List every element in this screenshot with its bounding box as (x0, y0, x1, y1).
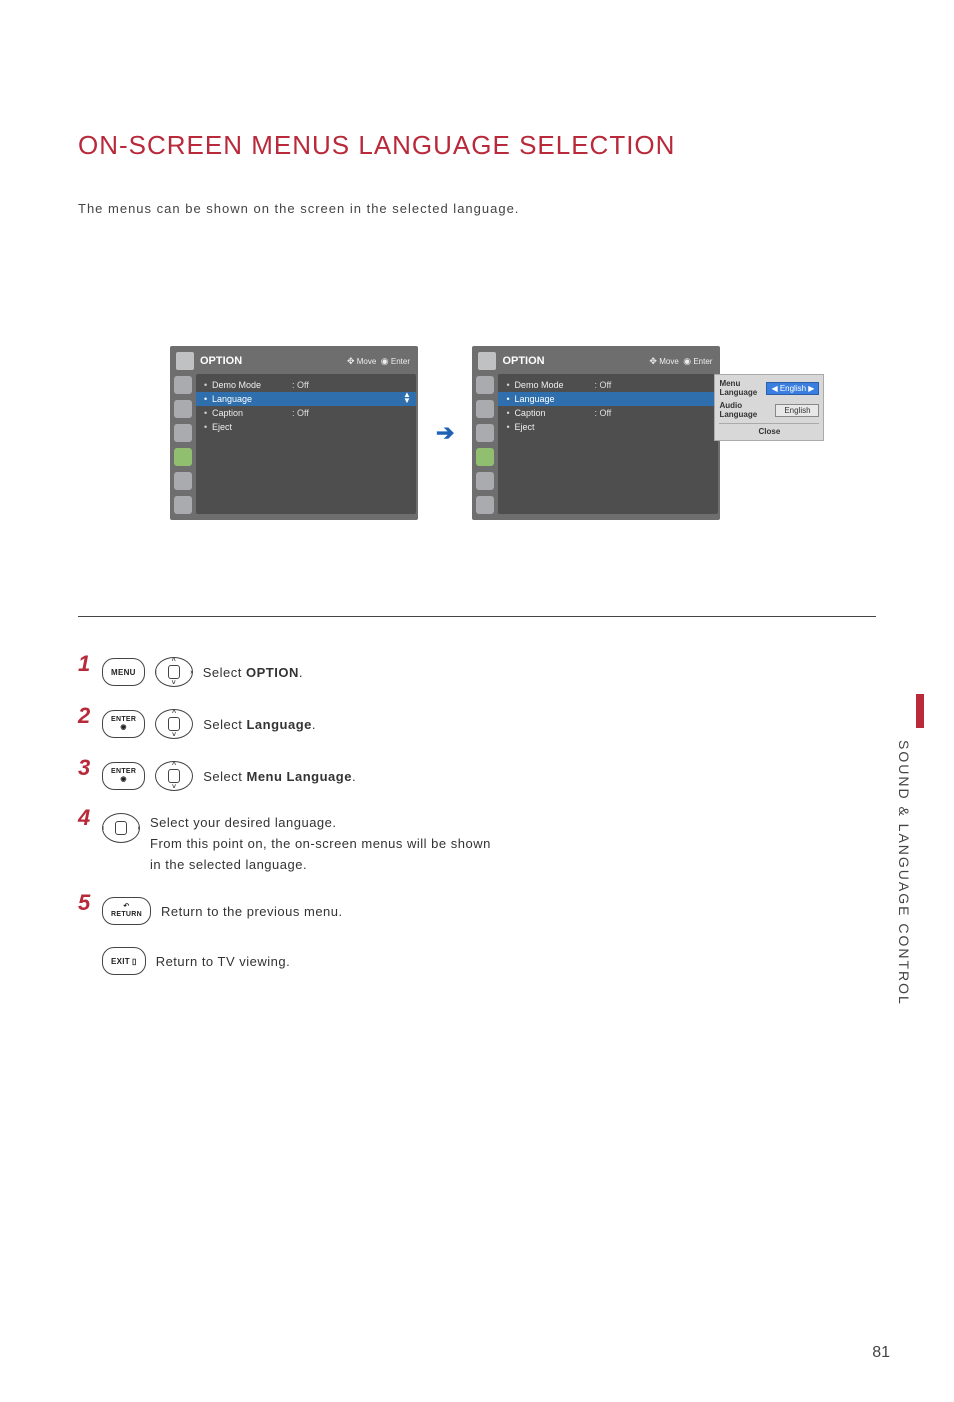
menu-tab-icon (476, 496, 494, 514)
scroll-indicator-icon: ▲▼ (402, 392, 412, 404)
list-item-selected: •Language (196, 392, 416, 406)
osd-illustration: OPTION ✥ Move ◉ Enter •Demo Mode: Off •L… (170, 346, 954, 520)
step-text: Return to TV viewing. (156, 954, 291, 969)
dpad-button: ˄ ˅ ‹ › (155, 657, 193, 687)
menu-tab-icon (174, 424, 192, 442)
menu-language-label: Menu Language (719, 379, 762, 397)
enter-icon: ◉ (381, 356, 389, 366)
osd-hint: ✥ Move ◉ Enter (649, 356, 712, 367)
chevron-right-icon: › (190, 669, 193, 676)
enter-button: ENTER◉ (102, 762, 145, 790)
step-number: 3 (78, 755, 92, 781)
menu-tab-icon (174, 400, 192, 418)
osd-title: OPTION (502, 355, 649, 367)
chevron-down-icon: ˅ (172, 680, 176, 687)
enter-dot-icon: ◉ (120, 776, 126, 784)
chevron-up-icon: ˄ (172, 657, 176, 664)
menu-tab-icon (476, 400, 494, 418)
step-number: 5 (78, 890, 92, 916)
osd-hint: ✥ Move ◉ Enter (347, 356, 410, 367)
dpad-horizontal-button: ‹ › (102, 813, 140, 843)
step-text: Select Menu Language. (203, 769, 356, 784)
menu-tab-icon (476, 376, 494, 394)
audio-language-value[interactable]: English (775, 404, 819, 417)
menu-tab-icon (476, 448, 494, 466)
chevron-up-icon: ˄ (172, 709, 176, 716)
menu-tab-icon (476, 424, 494, 442)
step-number: 2 (78, 703, 92, 729)
list-item: •Eject (196, 420, 416, 434)
chevron-up-icon: ˄ (172, 761, 176, 768)
list-item: •Caption: Off (498, 406, 718, 420)
chevron-down-icon: ˅ (172, 732, 176, 739)
osd-title: OPTION (200, 355, 347, 367)
menu-tab-icon (174, 376, 192, 394)
return-arrow-icon: ↶ (123, 903, 129, 911)
chevron-left-icon: ‹ (155, 669, 158, 676)
step-text: Select OPTION. (203, 665, 303, 680)
close-button[interactable]: Close (719, 423, 819, 436)
option-icon (478, 352, 496, 370)
side-tab (916, 694, 924, 728)
list-item-selected: •Language (498, 392, 718, 406)
arrow-right-icon: ➔ (436, 420, 454, 446)
menu-language-value[interactable]: ◀ English ▶ (766, 382, 819, 395)
divider (78, 616, 876, 617)
intro-text: The menus can be shown on the screen in … (78, 201, 954, 216)
list-item: •Eject (498, 420, 718, 434)
audio-language-label: Audio Language (719, 401, 771, 419)
step-number: 4 (78, 805, 92, 831)
enter-button: ENTER◉ (102, 710, 145, 738)
chevron-left-icon: ‹ (102, 825, 105, 832)
enter-icon: ◉ (683, 356, 691, 366)
chevron-down-icon: ˅ (172, 784, 176, 791)
instruction-steps: 1 MENU ˄ ˅ ‹ › Select OPTION. 2 ENTER◉ ˄… (78, 657, 954, 975)
list-item: •Demo Mode: Off (498, 378, 718, 392)
section-label: SOUND & LANGUAGE CONTROL (896, 740, 912, 1006)
exit-icon: ▯ (132, 957, 137, 966)
page-title: ON-SCREEN MENUS LANGUAGE SELECTION (78, 130, 954, 161)
page-number: 81 (872, 1344, 890, 1362)
chevron-right-icon: › (137, 825, 140, 832)
language-popup: Menu Language ◀ English ▶ Audio Language… (714, 374, 824, 441)
menu-tab-icon (174, 472, 192, 490)
step-text: Select Language. (203, 717, 316, 732)
menu-tab-icon (174, 496, 192, 514)
step-text: Return to the previous menu. (161, 904, 343, 919)
list-item: •Caption: Off (196, 406, 416, 420)
step-text: Select your desired language. From this … (150, 813, 500, 875)
list-item: •Demo Mode: Off (196, 378, 416, 392)
enter-dot-icon: ◉ (120, 724, 126, 732)
menu-button: MENU (102, 658, 145, 686)
dpad-vertical-button: ˄ ˅ (155, 709, 193, 739)
move-icon: ✥ (649, 356, 657, 366)
step-number: 1 (78, 651, 92, 677)
exit-button: EXIT▯ (102, 947, 146, 975)
menu-tab-icon (476, 472, 494, 490)
osd-panel-after: OPTION ✥ Move ◉ Enter •Demo Mode: Off •L… (472, 346, 720, 520)
osd-panel-before: OPTION ✥ Move ◉ Enter •Demo Mode: Off •L… (170, 346, 418, 520)
menu-tab-icon (174, 448, 192, 466)
move-icon: ✥ (347, 356, 355, 366)
dpad-vertical-button: ˄ ˅ (155, 761, 193, 791)
option-icon (176, 352, 194, 370)
return-button: ↶RETURN (102, 897, 151, 925)
